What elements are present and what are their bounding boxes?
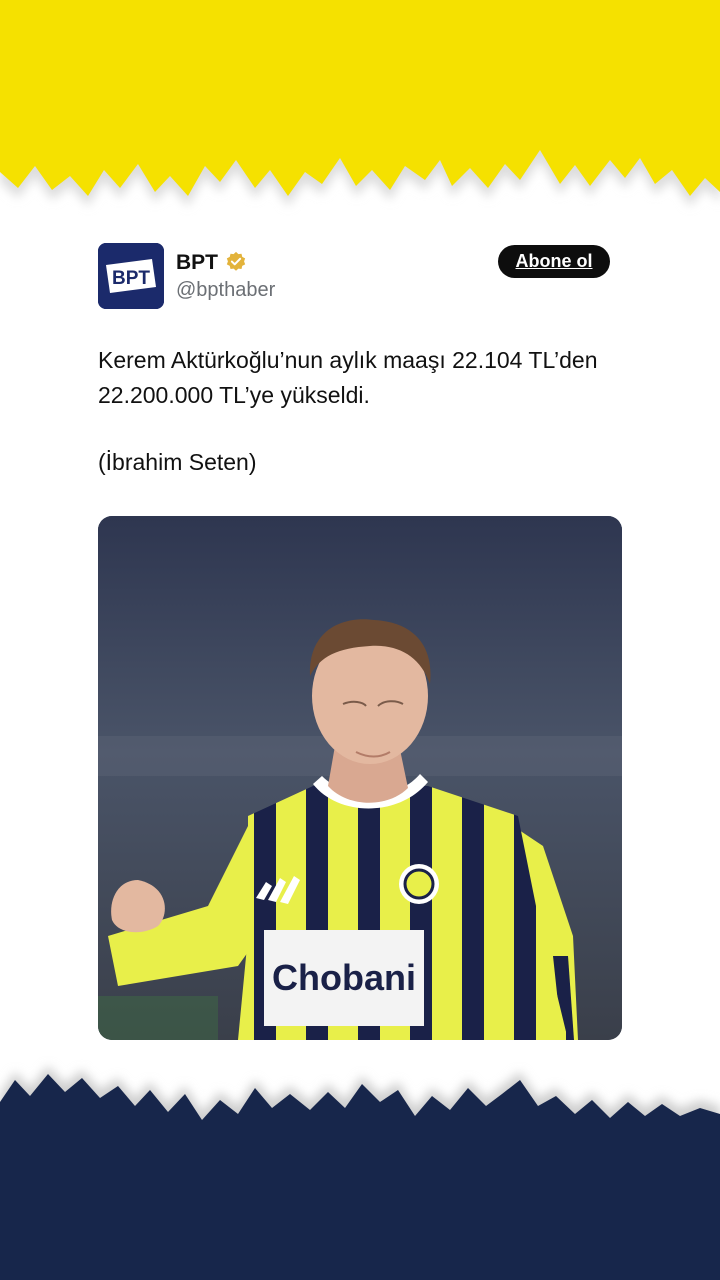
follow-button[interactable]: Abone ol bbox=[498, 245, 610, 278]
top-torn-banner bbox=[0, 0, 720, 206]
verified-badge-icon bbox=[226, 251, 246, 271]
post-photo[interactable]: Chobani bbox=[98, 516, 622, 1040]
avatar-logo-text: BPT bbox=[112, 268, 150, 289]
jersey-sponsor-text: Chobani bbox=[272, 957, 416, 998]
account-handle[interactable]: @bpthaber bbox=[176, 279, 275, 302]
account-avatar[interactable]: BPT bbox=[98, 243, 164, 309]
bpt-logo-icon: BPT bbox=[98, 243, 164, 309]
post-credit: (İbrahim Seten) bbox=[98, 449, 257, 475]
football-player-photo: Chobani bbox=[98, 516, 622, 1040]
account-name[interactable]: BPT bbox=[176, 251, 218, 275]
bottom-torn-banner bbox=[0, 1066, 720, 1280]
post-text: Kerem Aktürkoğlu’nun aylık maaşı 22.104 … bbox=[98, 347, 598, 408]
